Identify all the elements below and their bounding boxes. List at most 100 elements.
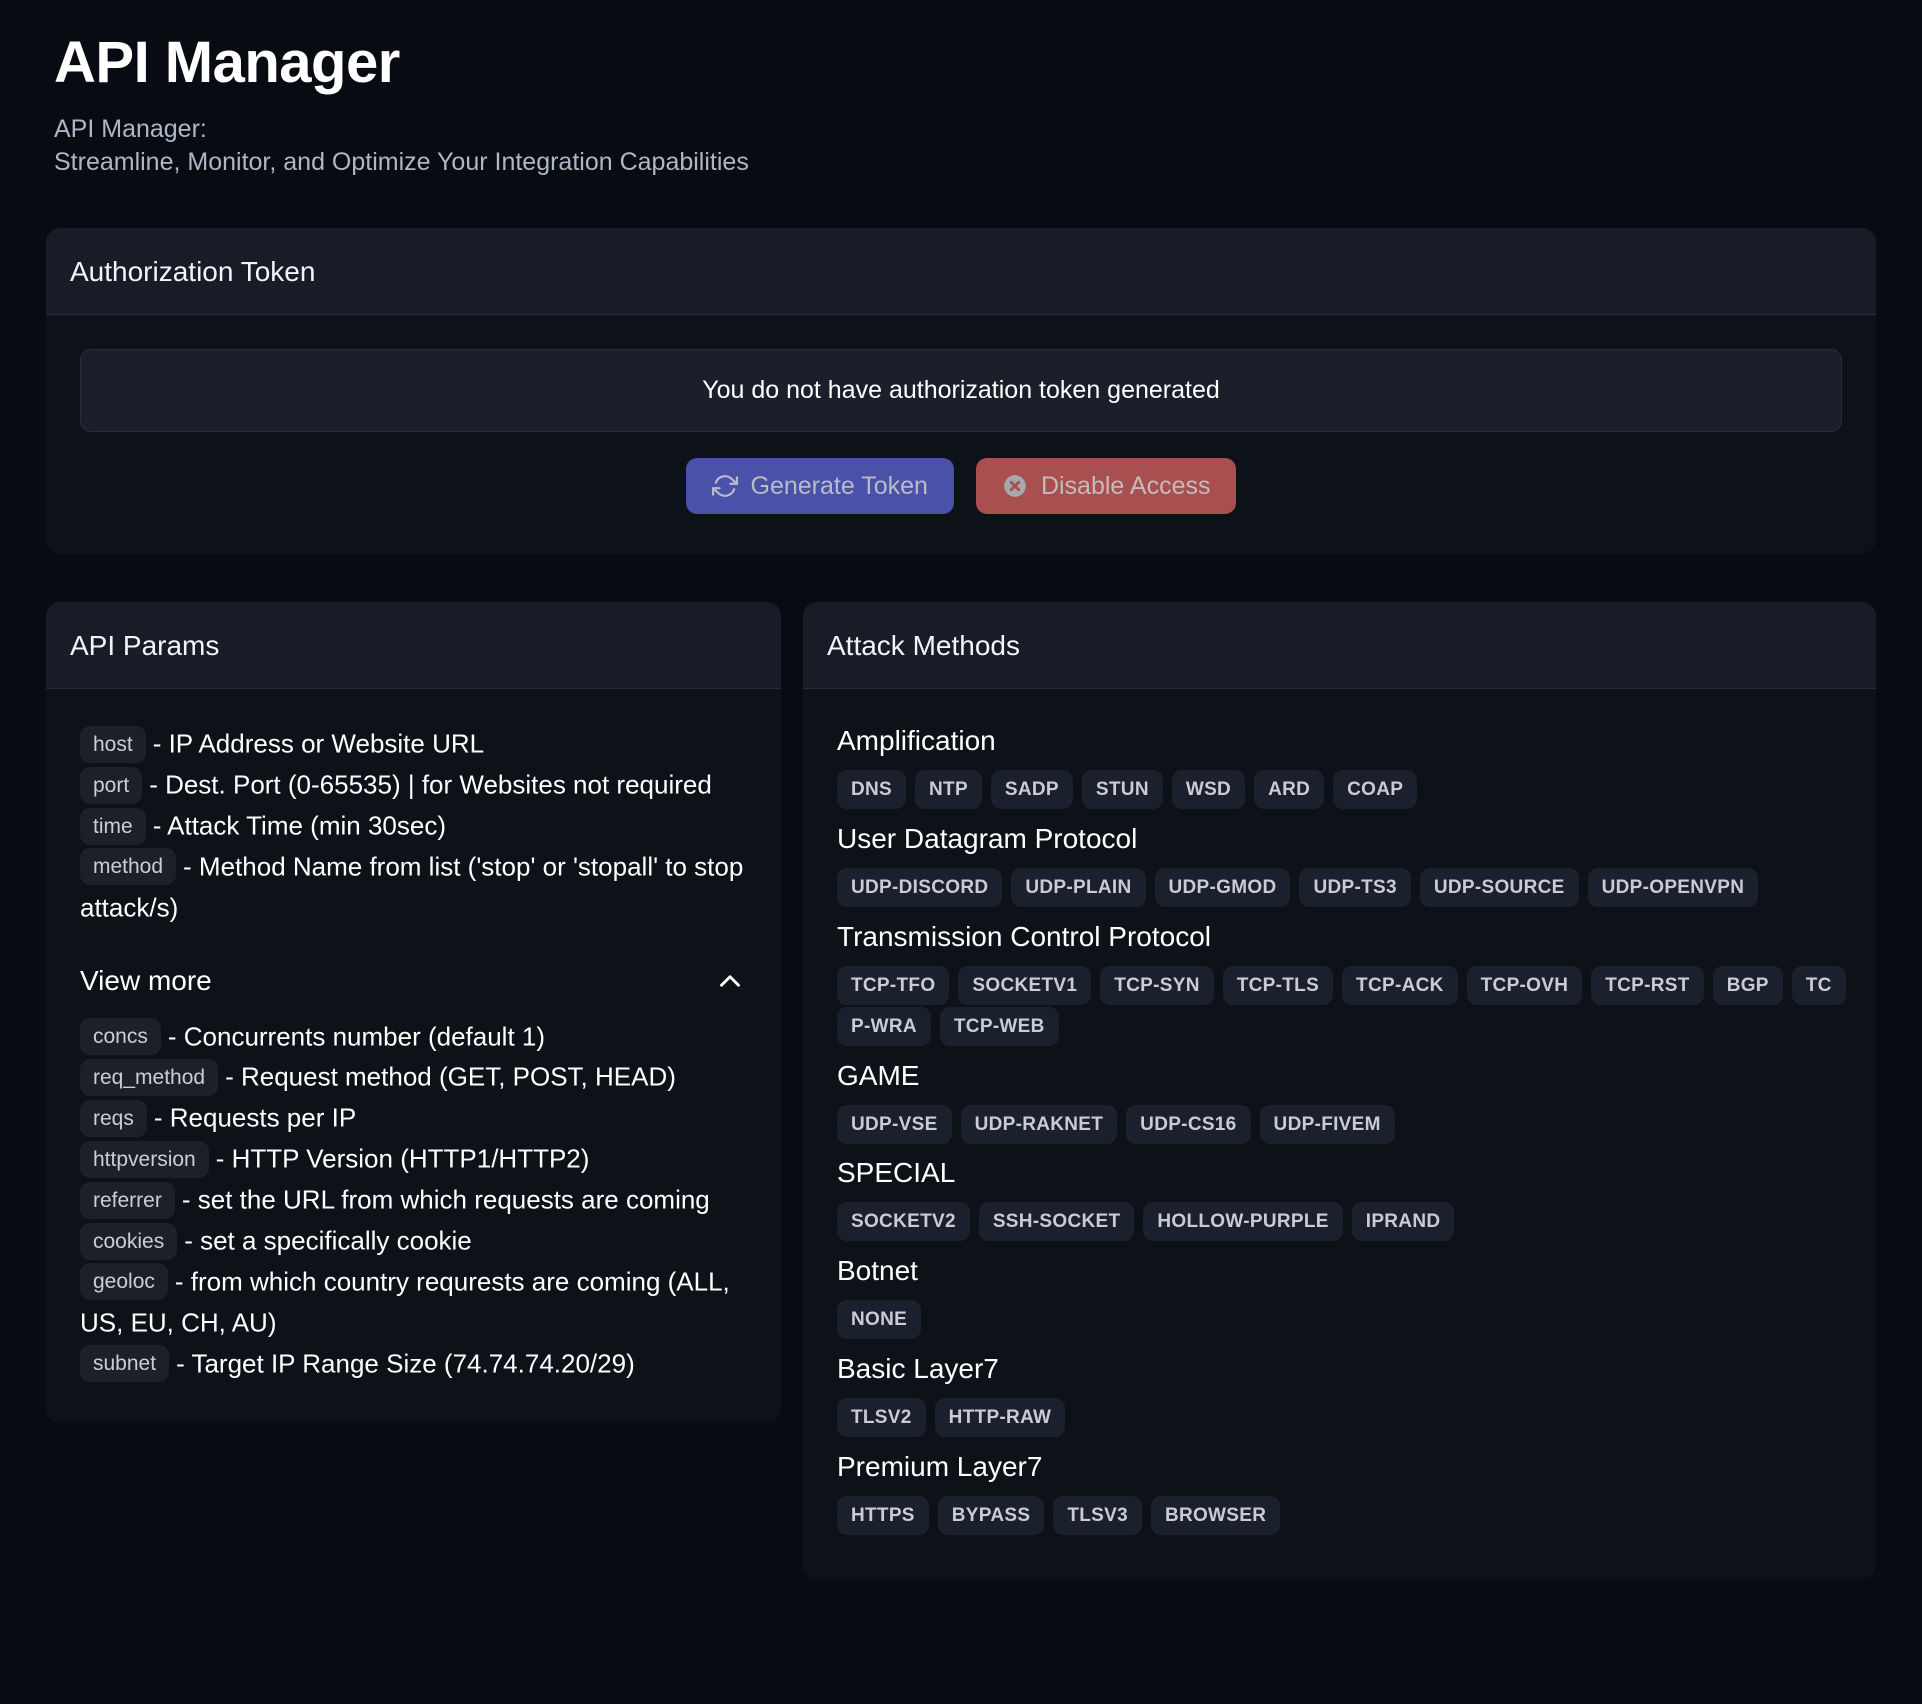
attack-method-tag[interactable]: UDP-PLAIN: [1011, 868, 1146, 908]
param-name-chip: referrer: [80, 1181, 175, 1219]
attack-method-group-title: SPECIAL: [837, 1157, 956, 1189]
attack-method-tag[interactable]: UDP-DISCORD: [837, 868, 1003, 908]
param-row: req_method - Request method (GET, POST, H…: [80, 1056, 747, 1097]
param-row: time - Attack Time (min 30sec): [80, 805, 747, 846]
attack-method-group: Botnet NONE: [837, 1253, 1842, 1341]
attack-method-group-title: Botnet: [837, 1255, 918, 1287]
attack-method-tag-row: TCP-TFO SOCKETV1 TCP-SYN TCP-TLS TCP-ACK TCP-…: [837, 965, 1846, 1048]
attack-method-tag[interactable]: BGP: [1712, 965, 1783, 1005]
param-name-chip: subnet: [80, 1345, 170, 1383]
attack-method-tag[interactable]: UDP-FIVEM: [1259, 1104, 1395, 1144]
refresh-icon: [711, 473, 738, 499]
param-description: - Requests per IP: [153, 1102, 357, 1133]
attack-method-tag[interactable]: UDP-RAKNET: [960, 1104, 1118, 1144]
api-params-card: API Params host - IP Address or Website U…: [46, 602, 781, 1424]
attack-method-tag[interactable]: WSD: [1171, 770, 1246, 810]
attack-method-group-title: User Datagram Protocol: [837, 823, 1138, 855]
attack-method-group: Transmission Control Protocol TCP-TFO SOC…: [837, 919, 1846, 1048]
attack-method-tag[interactable]: TCP-RST: [1591, 965, 1704, 1005]
attack-method-group: SPECIAL SOCKETV2 SSH-SOCKET HOLLOW-PURPLE I…: [837, 1155, 1842, 1243]
param-row: port - Dest. Port (0-65535) | for Website…: [80, 764, 747, 805]
attack-method-tag[interactable]: SSH-SOCKET: [978, 1202, 1135, 1242]
param-description: - Concurrents number (default 1): [167, 1020, 546, 1051]
attack-method-tag[interactable]: NTP: [915, 770, 982, 810]
attack-method-tag[interactable]: UDP-OPENVPN: [1587, 868, 1759, 908]
view-more-toggle[interactable]: View more: [80, 964, 747, 998]
api-params-title: API Params: [70, 630, 220, 662]
param-name-chip: time: [80, 807, 146, 845]
param-description: - set a specifically cookie: [184, 1225, 472, 1256]
param-name-chip: httpversion: [80, 1140, 209, 1178]
attack-method-tag-row: NONE: [837, 1300, 1842, 1341]
attack-method-tag[interactable]: HOLLOW-PURPLE: [1143, 1202, 1343, 1242]
attack-method-tag[interactable]: TCP-SYN: [1100, 965, 1214, 1005]
attack-methods-card: Attack Methods Amplification DNS NTP SADP S…: [803, 602, 1876, 1579]
param-row: httpversion - HTTP Version (HTTP1/HTTP2): [80, 1138, 747, 1179]
attack-method-tag[interactable]: TCP-TLS: [1222, 965, 1334, 1005]
attack-method-tag[interactable]: SADP: [990, 770, 1073, 810]
generate-token-button[interactable]: Generate Token: [685, 458, 954, 515]
attack-method-tag[interactable]: IPRAND: [1351, 1202, 1455, 1242]
param-row: cookies - set a specifically cookie: [80, 1220, 747, 1261]
attack-method-tag[interactable]: ARD: [1254, 770, 1325, 810]
attack-method-tag[interactable]: STUN: [1081, 770, 1163, 810]
circle-x-icon: [1002, 473, 1028, 499]
attack-method-tag[interactable]: TCP-OVH: [1466, 965, 1583, 1005]
param-name-chip: geoloc: [80, 1263, 168, 1301]
attack-method-group-title: Transmission Control Protocol: [837, 920, 1211, 952]
attack-method-group: GAME UDP-VSE UDP-RAKNET UDP-CS16 UDP-FIVEM: [837, 1058, 1842, 1146]
attack-method-tag[interactable]: BYPASS: [937, 1495, 1045, 1535]
param-name-chip: cookies: [80, 1222, 178, 1260]
attack-method-group-title: GAME: [837, 1059, 920, 1091]
param-name-chip: req_method: [80, 1059, 219, 1097]
disable-access-label: Disable Access: [1040, 471, 1211, 500]
api-params-base-list: host - IP Address or Website URL port - De…: [80, 723, 747, 927]
attack-method-tag[interactable]: TCP-ACK: [1342, 965, 1458, 1005]
attack-method-tag[interactable]: SOCKETV2: [837, 1202, 970, 1242]
attack-method-tag[interactable]: DNS: [837, 770, 907, 810]
attack-method-tag-row: TLSV2 HTTP-RAW: [837, 1398, 1842, 1439]
attack-method-tag[interactable]: UDP-VSE: [837, 1104, 952, 1144]
param-description: - Method Name from list ('stop' or 'stop…: [80, 851, 744, 923]
attack-method-tag[interactable]: TCP-TFO: [837, 965, 950, 1005]
attack-method-tag[interactable]: NONE: [837, 1300, 922, 1340]
token-status-message: You do not have authorization token gene…: [80, 349, 1842, 433]
authorization-token-card-body: You do not have authorization token gene…: [46, 315, 1876, 554]
param-row: host - IP Address or Website URL: [80, 723, 747, 764]
page-root: API Manager API Manager: Streamline, Mon…: [0, 0, 1922, 1704]
param-row: referrer - set the URL from which request…: [80, 1179, 747, 1220]
api-params-more-list: concs - Concurrents number (default 1) re…: [80, 1016, 747, 1384]
attack-method-tag-row: UDP-VSE UDP-RAKNET UDP-CS16 UDP-FIVEM: [837, 1104, 1842, 1146]
param-row: geoloc - from which country requrests are…: [80, 1261, 747, 1343]
page-subtitle: API Manager: Streamline, Monitor, and Op…: [54, 113, 1868, 181]
attack-method-tag[interactable]: HTTP-RAW: [934, 1398, 1066, 1438]
attack-method-tag[interactable]: TLSV3: [1053, 1495, 1142, 1535]
main-columns: API Params host - IP Address or Website U…: [46, 602, 1876, 1579]
attack-method-tag[interactable]: SOCKETV1: [958, 965, 1092, 1005]
chevron-up-icon: [713, 964, 747, 998]
attack-method-tag[interactable]: UDP-SOURCE: [1419, 868, 1579, 908]
authorization-token-card: Authorization Token You do not have auth…: [46, 228, 1876, 555]
attack-method-group: Amplification DNS NTP SADP STUN WSD ARD COAP: [837, 723, 1842, 811]
attack-method-tag[interactable]: BROWSER: [1150, 1495, 1281, 1535]
view-more-label: View more: [80, 964, 212, 996]
attack-method-tag-row: SOCKETV2 SSH-SOCKET HOLLOW-PURPLE IPRAND: [837, 1202, 1842, 1243]
attack-method-tag[interactable]: TLSV2: [837, 1398, 926, 1438]
attack-method-tag[interactable]: UDP-CS16: [1126, 1104, 1251, 1144]
attack-method-tag[interactable]: UDP-TS3: [1299, 868, 1411, 908]
token-actions: Generate Token Disable Access: [80, 458, 1842, 515]
param-row: concs - Concurrents number (default 1): [80, 1016, 747, 1057]
page-subtitle-line-2: Streamline, Monitor, and Optimize Your I…: [54, 148, 749, 177]
authorization-token-title: Authorization Token: [70, 256, 316, 288]
api-params-card-header: API Params: [46, 602, 781, 690]
param-name-chip: port: [80, 766, 143, 804]
attack-methods-card-body: Amplification DNS NTP SADP STUN WSD ARD COAP U…: [803, 689, 1876, 1579]
attack-method-tag[interactable]: HTTPS: [837, 1495, 929, 1535]
param-name-chip: host: [80, 725, 146, 763]
attack-method-tag[interactable]: TCP-WEB: [939, 1006, 1059, 1046]
attack-method-tag[interactable]: COAP: [1333, 770, 1418, 810]
attack-method-tag[interactable]: UDP-GMOD: [1154, 868, 1291, 908]
page-title: API Manager: [54, 30, 400, 95]
param-description: - set the URL from which requests are co…: [181, 1184, 710, 1215]
disable-access-button[interactable]: Disable Access: [975, 458, 1237, 515]
